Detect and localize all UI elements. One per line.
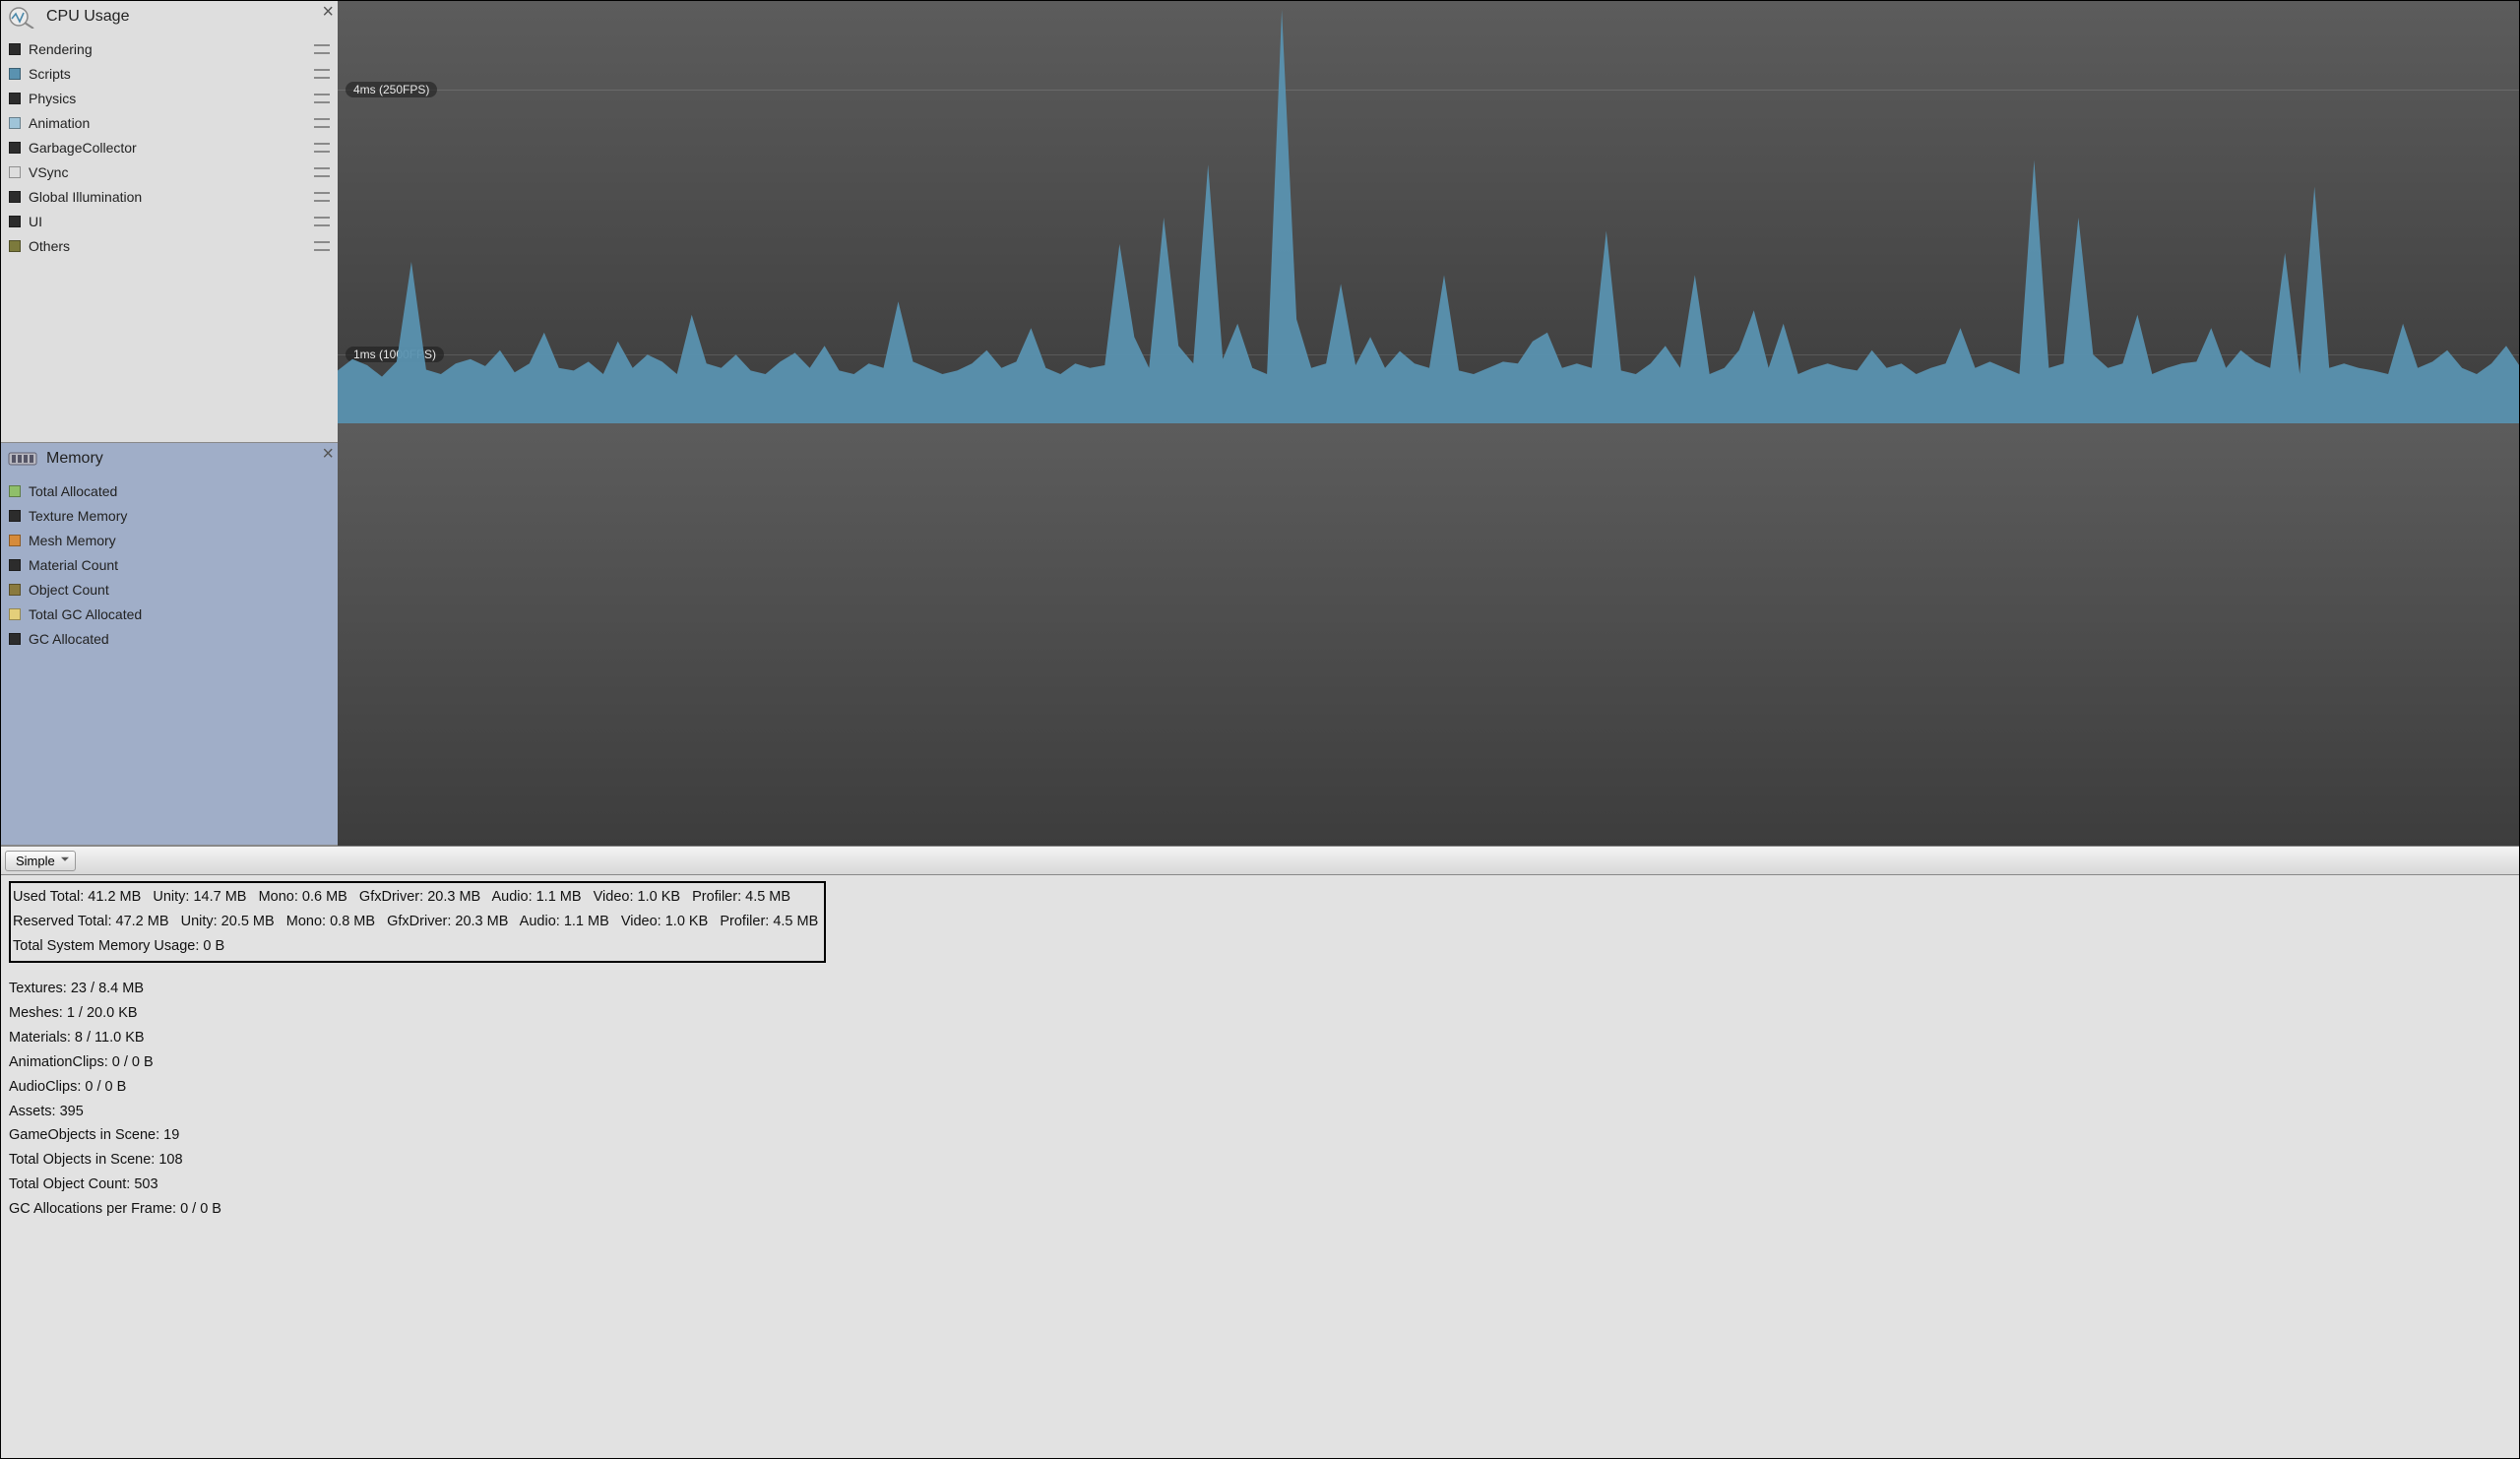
cpu-legend: Rendering Scripts Physics Animation GarbageC…: [1, 32, 338, 258]
color-swatch: [9, 93, 21, 104]
color-swatch: [9, 68, 21, 80]
color-swatch: [9, 633, 21, 645]
stat-line: Materials: 8 / 11.0 KB: [9, 1026, 2511, 1050]
color-swatch: [9, 142, 21, 154]
cpu-panel[interactable]: CPU Usage × Rendering Scripts Physics Anima…: [1, 1, 338, 443]
stat-line: AudioClips: 0 / 0 B: [9, 1075, 2511, 1100]
chart-background: [338, 423, 2519, 846]
used-total-line: Used Total: 41.2 MB Unity: 14.7 MB Mono:…: [13, 885, 818, 910]
legend-item[interactable]: Others: [9, 233, 330, 258]
legend-item[interactable]: GC Allocated: [9, 626, 330, 651]
close-icon[interactable]: ×: [322, 443, 334, 466]
legend-label: Total GC Allocated: [29, 606, 330, 622]
legend-item[interactable]: Scripts: [9, 61, 330, 86]
color-swatch: [9, 166, 21, 178]
color-swatch: [9, 510, 21, 522]
memory-panel[interactable]: Memory × Total Allocated Texture Memory Me…: [1, 443, 338, 846]
drag-grip-icon[interactable]: [314, 143, 330, 153]
color-swatch: [9, 191, 21, 203]
legend-item[interactable]: Total Allocated: [9, 478, 330, 503]
color-swatch: [9, 584, 21, 596]
cpu-panel-title: CPU Usage: [46, 8, 129, 26]
cpu-icon: [5, 3, 40, 31]
legend-label: Animation: [29, 115, 314, 131]
cpu-chart[interactable]: 4ms (250FPS)1ms (1000FPS): [338, 1, 2519, 423]
charts-area: 4ms (250FPS)1ms (1000FPS): [338, 1, 2519, 846]
legend-item[interactable]: Global Illumination: [9, 184, 330, 209]
drag-grip-icon[interactable]: [314, 44, 330, 54]
legend-label: GarbageCollector: [29, 140, 314, 156]
cpu-area-plot: [338, 1, 2519, 423]
drag-grip-icon[interactable]: [314, 69, 330, 79]
reserved-total-line: Reserved Total: 47.2 MB Unity: 20.5 MB M…: [13, 910, 818, 934]
legend-label: Texture Memory: [29, 508, 330, 524]
legend-item[interactable]: VSync: [9, 159, 330, 184]
profiler-sidebar: CPU Usage × Rendering Scripts Physics Anima…: [1, 1, 338, 846]
legend-label: Mesh Memory: [29, 533, 330, 548]
color-swatch: [9, 240, 21, 252]
memory-summary-box: Used Total: 41.2 MB Unity: 14.7 MB Mono:…: [9, 881, 826, 963]
legend-label: Material Count: [29, 557, 330, 573]
drag-grip-icon[interactable]: [314, 94, 330, 103]
legend-item[interactable]: Object Count: [9, 577, 330, 602]
memory-panel-title: Memory: [46, 450, 103, 468]
color-swatch: [9, 485, 21, 497]
view-mode-label: Simple: [16, 854, 55, 868]
drag-grip-icon[interactable]: [314, 192, 330, 202]
profiler-window: CPU Usage × Rendering Scripts Physics Anima…: [0, 0, 2520, 1459]
stat-line: GameObjects in Scene: 19: [9, 1123, 2511, 1148]
legend-label: Global Illumination: [29, 189, 314, 205]
stat-line: AnimationClips: 0 / 0 B: [9, 1050, 2511, 1075]
stat-line: Meshes: 1 / 20.0 KB: [9, 1001, 2511, 1026]
legend-item[interactable]: Physics: [9, 86, 330, 110]
legend-label: Object Count: [29, 582, 330, 598]
color-swatch: [9, 535, 21, 546]
system-memory-line: Total System Memory Usage: 0 B: [13, 934, 818, 959]
legend-item[interactable]: Animation: [9, 110, 330, 135]
legend-item[interactable]: UI: [9, 209, 330, 233]
drag-grip-icon[interactable]: [314, 167, 330, 177]
legend-item[interactable]: Mesh Memory: [9, 528, 330, 552]
stat-line: Total Objects in Scene: 108: [9, 1148, 2511, 1173]
memory-detail-pane: Used Total: 41.2 MB Unity: 14.7 MB Mono:…: [1, 875, 2519, 1458]
legend-label: VSync: [29, 164, 314, 180]
legend-label: Physics: [29, 91, 314, 106]
legend-label: UI: [29, 214, 314, 229]
drag-grip-icon[interactable]: [314, 241, 330, 251]
legend-item[interactable]: Rendering: [9, 36, 330, 61]
stat-line: GC Allocations per Frame: 0 / 0 B: [9, 1197, 2511, 1222]
color-swatch: [9, 216, 21, 227]
memory-chart[interactable]: [338, 423, 2519, 846]
legend-item[interactable]: GarbageCollector: [9, 135, 330, 159]
legend-label: Rendering: [29, 41, 314, 57]
legend-label: Scripts: [29, 66, 314, 82]
graph-area: CPU Usage × Rendering Scripts Physics Anima…: [1, 1, 2519, 846]
legend-label: Others: [29, 238, 314, 254]
legend-item[interactable]: Material Count: [9, 552, 330, 577]
memory-panel-header[interactable]: Memory ×: [1, 443, 338, 475]
view-mode-dropdown[interactable]: Simple: [5, 851, 76, 871]
color-swatch: [9, 117, 21, 129]
memory-legend: Total Allocated Texture Memory Mesh Memory…: [1, 475, 338, 651]
drag-grip-icon[interactable]: [314, 217, 330, 226]
close-icon[interactable]: ×: [322, 1, 334, 24]
drag-grip-icon[interactable]: [314, 118, 330, 128]
cpu-panel-header[interactable]: CPU Usage ×: [1, 1, 338, 32]
color-swatch: [9, 608, 21, 620]
memory-stats-list: Textures: 23 / 8.4 MBMeshes: 1 / 20.0 KB…: [9, 977, 2511, 1222]
color-swatch: [9, 43, 21, 55]
detail-toolbar: Simple: [1, 846, 2519, 875]
memory-icon: [5, 445, 40, 473]
legend-label: GC Allocated: [29, 631, 330, 647]
legend-item[interactable]: Total GC Allocated: [9, 602, 330, 626]
legend-label: Total Allocated: [29, 483, 330, 499]
color-swatch: [9, 559, 21, 571]
stat-line: Assets: 395: [9, 1100, 2511, 1124]
stat-line: Textures: 23 / 8.4 MB: [9, 977, 2511, 1001]
stat-line: Total Object Count: 503: [9, 1173, 2511, 1197]
legend-item[interactable]: Texture Memory: [9, 503, 330, 528]
